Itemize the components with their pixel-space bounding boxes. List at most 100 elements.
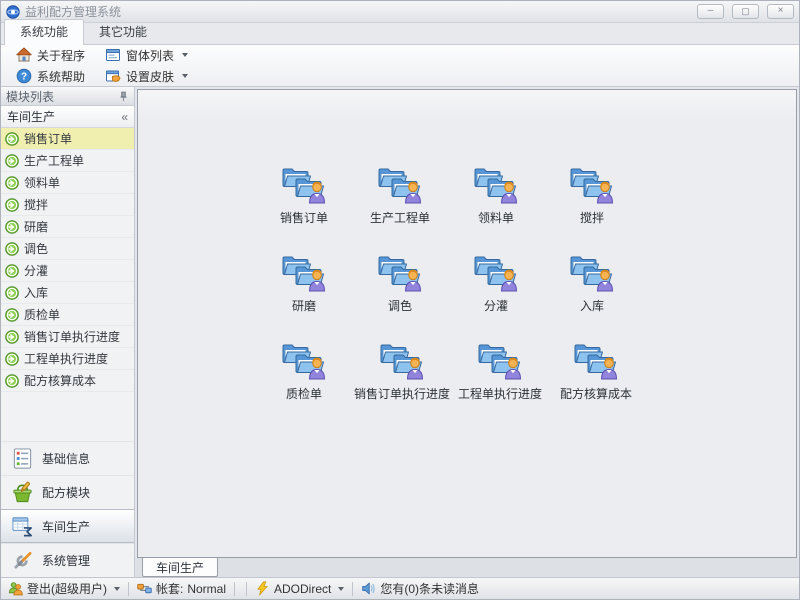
green-arrow-icon: [5, 286, 19, 300]
logout-button[interactable]: 登出(超级用户): [8, 580, 120, 597]
sidebar-group-label: 车间生产: [7, 108, 121, 125]
sidebar-item-warehousing[interactable]: 入库: [1, 282, 134, 304]
collapse-icon[interactable]: [121, 110, 128, 124]
unread-messages-status[interactable]: 您有(0)条未读消息: [361, 580, 479, 597]
module-formula-costing[interactable]: 配方核算成本: [548, 342, 644, 402]
set-skin-button[interactable]: 设置皮肤: [98, 67, 195, 86]
green-arrow-icon: [5, 176, 19, 190]
basket-icon: [11, 481, 34, 504]
module-label: 销售订单: [280, 209, 328, 226]
module-engineering-order-progress[interactable]: 工程单执行进度: [452, 342, 548, 402]
green-arrow-icon: [5, 242, 19, 256]
sidebar-item-material-requisition[interactable]: 领料单: [1, 172, 134, 194]
system-help-button[interactable]: 系统帮助: [9, 67, 92, 86]
connection-icon: [137, 581, 152, 596]
module-material-requisition[interactable]: 领料单: [448, 166, 544, 226]
module-warehousing[interactable]: 入库: [544, 254, 640, 314]
folder-user-icon: [570, 254, 614, 292]
sidebar-item-filling[interactable]: 分灌: [1, 260, 134, 282]
pin-icon[interactable]: [118, 91, 129, 102]
sidebar-item-label: 研磨: [24, 218, 48, 235]
system-help-label: 系统帮助: [37, 68, 85, 85]
ado-direct-button[interactable]: ADODirect: [255, 581, 344, 596]
account-set-status: 帐套: Normal: [137, 580, 226, 597]
folder-user-icon: [282, 254, 326, 292]
main-column: 销售订单 生产工程单 领料单: [135, 87, 799, 577]
sheet-sigma-icon: [11, 515, 34, 538]
section-label: 配方模块: [42, 484, 90, 501]
section-system-management[interactable]: 系统管理: [1, 543, 134, 577]
section-workshop-production[interactable]: 车间生产: [1, 509, 134, 543]
about-program-button[interactable]: 关于程序: [9, 46, 92, 65]
module-label: 搅拌: [580, 209, 604, 226]
module-sales-order-progress[interactable]: 销售订单执行进度: [352, 342, 452, 402]
sidebar-item-label: 领料单: [24, 174, 60, 191]
green-arrow-icon: [5, 374, 19, 388]
sidebar-header-label: 模块列表: [6, 88, 118, 105]
tools-icon: [11, 549, 34, 572]
dropdown-caret-icon: [182, 53, 188, 57]
module-mixing[interactable]: 搅拌: [544, 166, 640, 226]
sidebar-item-engineering-order-progress[interactable]: 工程单执行进度: [1, 348, 134, 370]
green-arrow-icon: [5, 308, 19, 322]
module-quality-inspection[interactable]: 质检单: [256, 342, 352, 402]
module-grinding[interactable]: 研磨: [256, 254, 352, 314]
document-tab-strip: 车间生产: [135, 558, 799, 577]
sidebar-item-production-order[interactable]: 生产工程单: [1, 150, 134, 172]
application-window: 益利配方管理系统 系统功能 其它功能 关于程序 窗体列表 系统帮助 设置皮肤: [0, 0, 800, 600]
sidebar-item-sales-order[interactable]: 销售订单: [1, 128, 134, 150]
unread-messages-label: 您有(0)条未读消息: [380, 580, 479, 597]
green-arrow-icon: [5, 154, 19, 168]
home-icon: [16, 47, 32, 63]
workshop-production-panel: 销售订单 生产工程单 领料单: [137, 89, 797, 558]
icon-row: 质检单 销售订单执行进度 工程单执行进度: [256, 342, 644, 402]
sidebar-group-header[interactable]: 车间生产: [1, 106, 134, 128]
folder-user-icon: [282, 342, 326, 380]
module-label: 入库: [580, 297, 604, 314]
sidebar-item-label: 搅拌: [24, 196, 48, 213]
maximize-button[interactable]: [732, 4, 759, 19]
sidebar-item-quality-inspection[interactable]: 质检单: [1, 304, 134, 326]
module-label: 领料单: [478, 209, 514, 226]
module-label: 工程单执行进度: [458, 385, 542, 402]
sidebar-item-formula-costing[interactable]: 配方核算成本: [1, 370, 134, 392]
module-production-order[interactable]: 生产工程单: [352, 166, 448, 226]
section-label: 系统管理: [42, 552, 90, 569]
module-label: 配方核算成本: [560, 385, 632, 402]
sidebar-item-tinting[interactable]: 调色: [1, 238, 134, 260]
body-area: 模块列表 车间生产 销售订单 生产工程单 领料单 搅拌: [1, 87, 799, 577]
sidebar-item-label: 配方核算成本: [24, 372, 96, 389]
users-icon: [8, 581, 23, 596]
module-filling[interactable]: 分灌: [448, 254, 544, 314]
sidebar-item-mixing[interactable]: 搅拌: [1, 194, 134, 216]
doc-tab-workshop-production[interactable]: 车间生产: [142, 557, 218, 577]
window-title: 益利配方管理系统: [25, 3, 689, 20]
folder-user-icon: [474, 254, 518, 292]
window-list-button[interactable]: 窗体列表: [98, 46, 195, 65]
sidebar-item-label: 调色: [24, 240, 48, 257]
ribbon-tab-other[interactable]: 其它功能: [84, 20, 162, 44]
close-button[interactable]: [767, 4, 794, 19]
sidebar-item-label: 质检单: [24, 306, 60, 323]
module-tinting[interactable]: 调色: [352, 254, 448, 314]
ado-direct-label: ADODirect: [274, 582, 331, 596]
app-logo-icon: [6, 5, 20, 19]
minimize-button[interactable]: [697, 4, 724, 19]
module-icon-grid: 销售订单 生产工程单 领料单: [256, 166, 644, 402]
section-basic-info[interactable]: 基础信息: [1, 441, 134, 475]
sidebar-item-label: 入库: [24, 284, 48, 301]
sidebar-item-sales-order-progress[interactable]: 销售订单执行进度: [1, 326, 134, 348]
sidebar-spacer: [1, 392, 134, 441]
main-wrap: 销售订单 生产工程单 领料单: [135, 87, 799, 558]
module-label: 研磨: [292, 297, 316, 314]
green-arrow-icon: [5, 220, 19, 234]
dropdown-caret-icon: [114, 587, 120, 591]
section-formula-module[interactable]: 配方模块: [1, 475, 134, 509]
ribbon-tab-system[interactable]: 系统功能: [4, 19, 84, 45]
module-sales-order[interactable]: 销售订单: [256, 166, 352, 226]
sidebar-item-grinding[interactable]: 研磨: [1, 216, 134, 238]
folder-user-icon: [478, 342, 522, 380]
list-icon: [11, 447, 34, 470]
green-arrow-icon: [5, 264, 19, 278]
account-set-value: Normal: [187, 582, 226, 596]
